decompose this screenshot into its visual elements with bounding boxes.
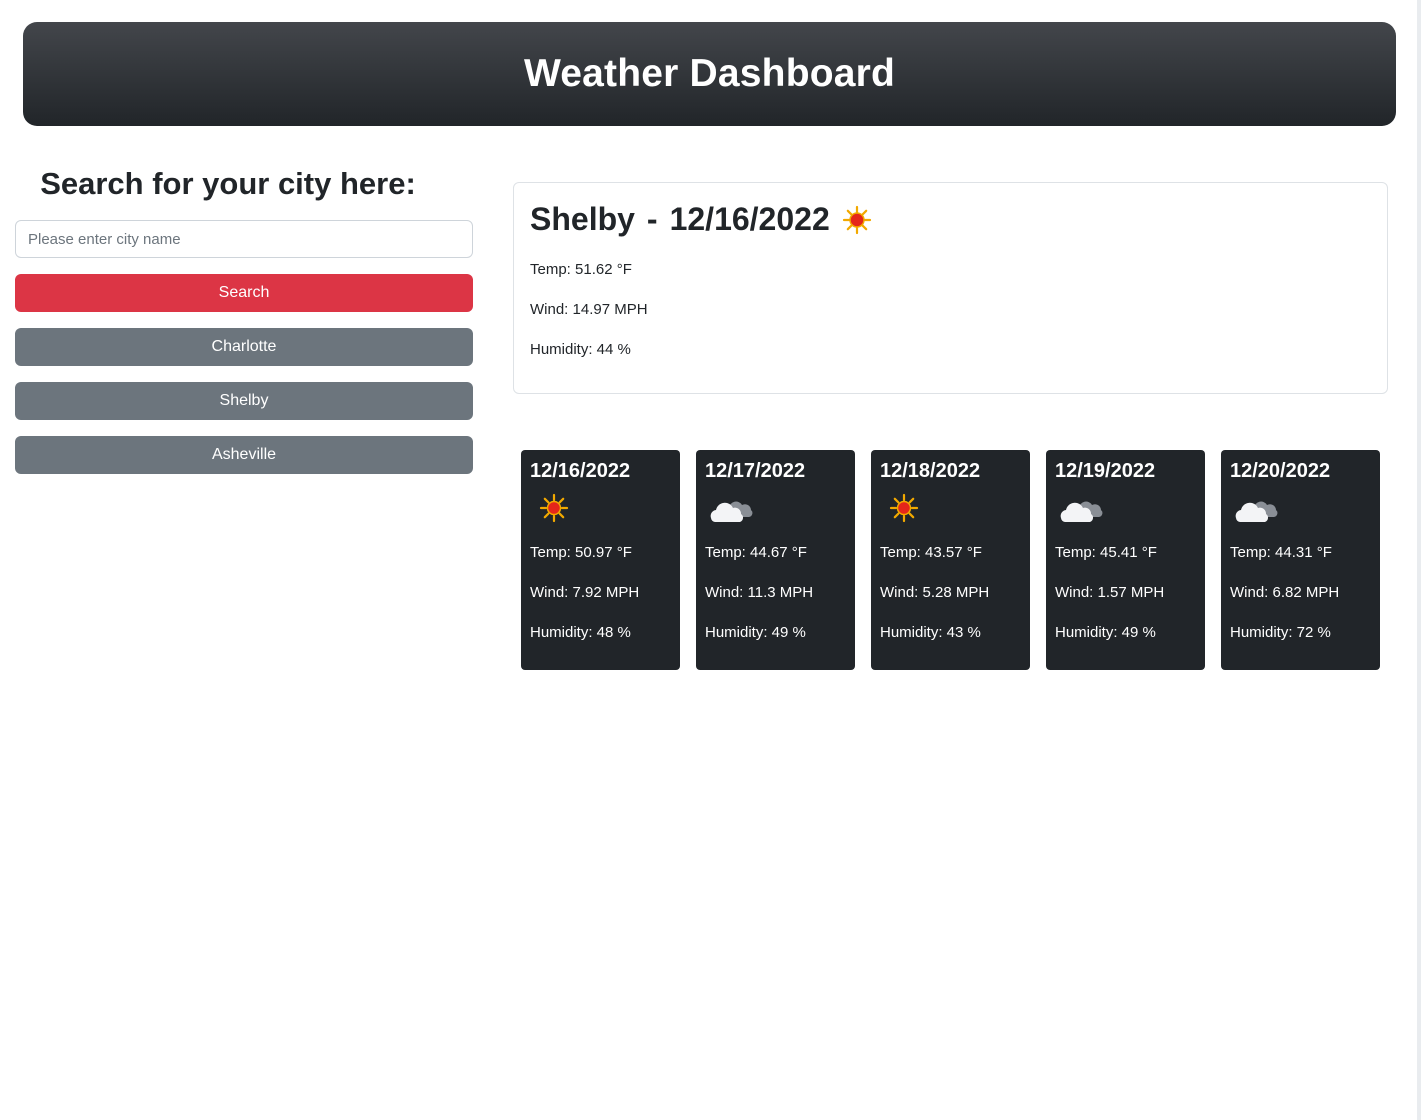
forecast-date: 12/18/2022: [880, 460, 981, 482]
forecast-date: 12/19/2022: [1055, 460, 1156, 482]
forecast-card: 12/18/2022 Temp: 43.57 °F Wind: 5.28 MPH…: [871, 450, 1030, 670]
search-button[interactable]: Search: [15, 274, 473, 312]
forecast-card: 12/17/2022 Temp: 44.67 °F Wind: 11.3 MPH…: [696, 450, 855, 670]
page-header: Weather Dashboard: [23, 22, 1396, 126]
search-heading: Search for your city here:: [40, 166, 416, 201]
forecast-wind: Wind: 1.57 MPH: [1055, 584, 1165, 601]
sun-icon: [532, 490, 576, 531]
history-button-shelby[interactable]: Shelby: [15, 382, 473, 420]
forecast-humidity: Humidity: 49 %: [1055, 624, 1156, 641]
forecast-humidity: Humidity: 72 %: [1230, 624, 1331, 641]
forecast-temp: Temp: 44.67 °F: [705, 544, 807, 561]
history-button-charlotte[interactable]: Charlotte: [15, 328, 473, 366]
current-date: 12/16/2022: [669, 201, 830, 237]
forecast-temp: Temp: 50.97 °F: [530, 544, 632, 561]
forecast-date: 12/17/2022: [705, 460, 806, 482]
current-weather-title: Shelby - 12/16/2022: [530, 201, 872, 238]
cloud-icon: [1232, 490, 1280, 531]
forecast-temp: Temp: 43.57 °F: [880, 544, 982, 561]
cloud-icon: [707, 490, 755, 531]
forecast-wind: Wind: 7.92 MPH: [530, 584, 640, 601]
forecast-humidity: Humidity: 49 %: [705, 624, 806, 641]
forecast-humidity: Humidity: 48 %: [530, 624, 631, 641]
forecast-card: 12/16/2022 Temp: 50.97 °F Wind: 7.92 MPH…: [521, 450, 680, 670]
weather-dashboard-page: Weather Dashboard Search for your city h…: [0, 0, 1421, 1120]
forecast-humidity: Humidity: 43 %: [880, 624, 981, 641]
forecast-wind: Wind: 6.82 MPH: [1230, 584, 1340, 601]
current-wind: Wind: 14.97 MPH: [530, 301, 648, 318]
forecast-temp: Temp: 44.31 °F: [1230, 544, 1332, 561]
page-title: Weather Dashboard: [523, 52, 896, 95]
scrollbar-edge: [1417, 0, 1421, 1120]
current-weather-card: Shelby - 12/16/2022 Temp: 51.62 °F Wind:…: [513, 182, 1388, 394]
title-separator: -: [646, 201, 658, 237]
forecast-card: 12/20/2022 Temp: 44.31 °F Wind: 6.82 MPH…: [1221, 450, 1380, 670]
city-search-input[interactable]: [15, 220, 473, 258]
current-city: Shelby: [530, 201, 635, 237]
current-temp: Temp: 51.62 °F: [530, 261, 632, 278]
current-humidity: Humidity: 44 %: [530, 341, 631, 358]
history-button-asheville[interactable]: Asheville: [15, 436, 473, 474]
forecast-wind: Wind: 11.3 MPH: [705, 584, 814, 601]
forecast-card: 12/19/2022 Temp: 45.41 °F Wind: 1.57 MPH…: [1046, 450, 1205, 670]
forecast-wind: Wind: 5.28 MPH: [880, 584, 990, 601]
cloud-icon: [1057, 490, 1105, 531]
sun-icon: [882, 490, 926, 531]
forecast-temp: Temp: 45.41 °F: [1055, 544, 1157, 561]
forecast-date: 12/20/2022: [1230, 460, 1331, 482]
sun-icon: [842, 205, 872, 235]
forecast-date: 12/16/2022: [530, 460, 631, 482]
